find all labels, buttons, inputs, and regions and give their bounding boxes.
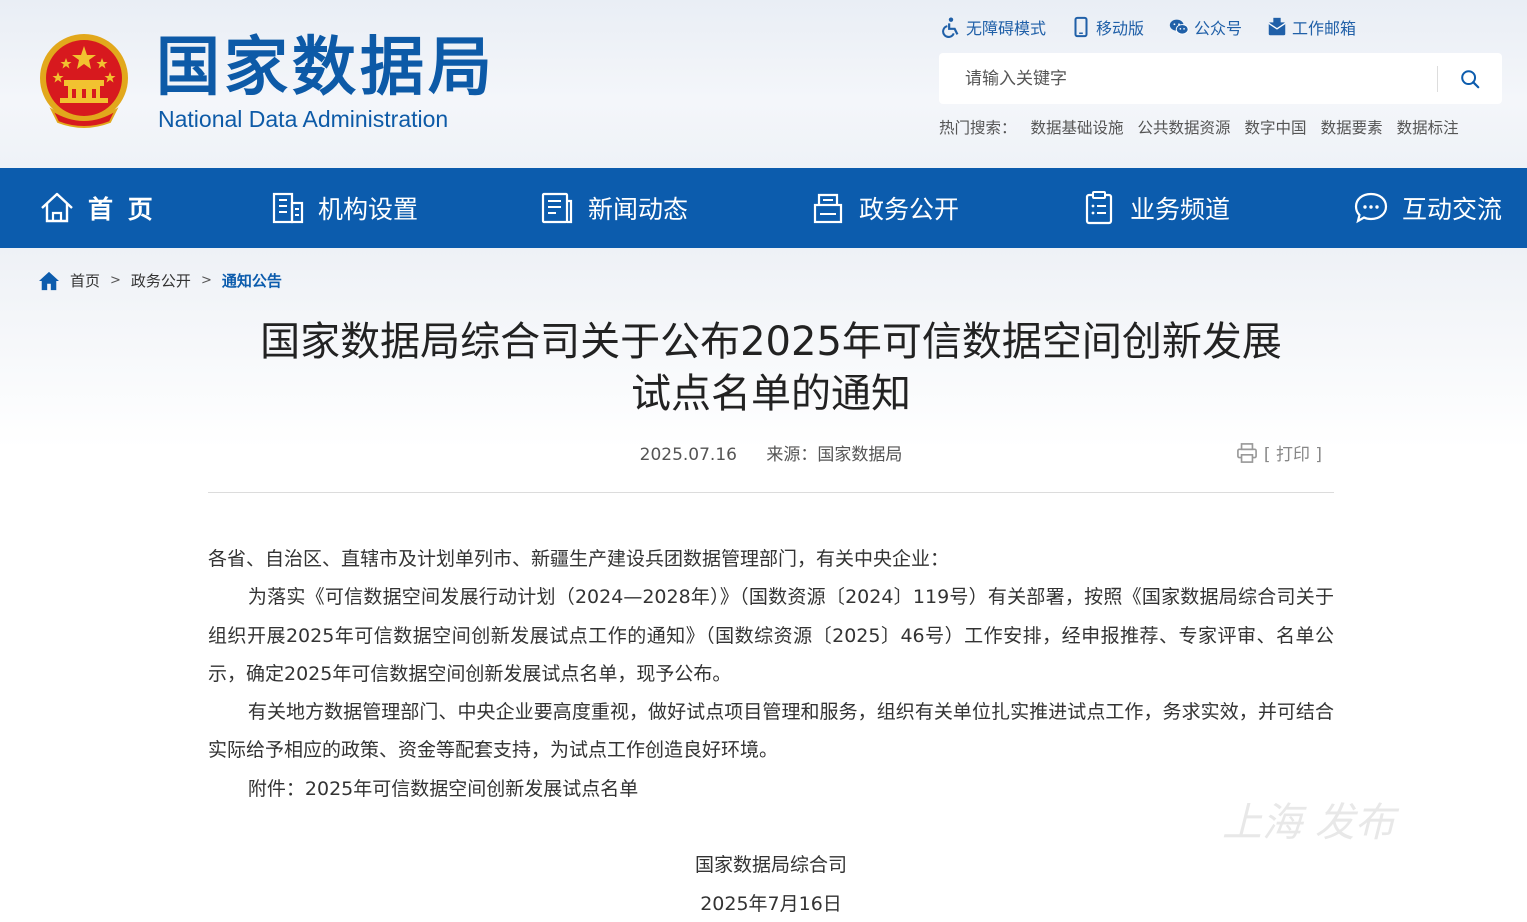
mobile-version-label: 移动版 bbox=[1096, 19, 1145, 38]
top-links: 无障碍模式 移动版 公众号 工作邮箱 bbox=[940, 12, 1356, 42]
title-divider bbox=[208, 492, 1334, 493]
hot-search-item[interactable]: 数据基础设施 bbox=[1031, 116, 1124, 138]
wechat-account-link[interactable]: 公众号 bbox=[1168, 12, 1242, 42]
site-header: 国家数据局 National Data Administration 无障碍模式… bbox=[0, 0, 1527, 168]
article-source: 来源：国家数据局 bbox=[766, 445, 903, 465]
article-title: 国家数据局综合司关于公布2025年可信数据空间创新发展 试点名单的通知 bbox=[208, 316, 1334, 420]
print-label: [ 打印 ] bbox=[1263, 445, 1322, 465]
signature: 国家数据局综合司 bbox=[694, 854, 847, 876]
home-icon[interactable] bbox=[38, 271, 60, 291]
breadcrumb-government-affairs[interactable]: 政务公开 bbox=[131, 270, 191, 291]
hot-search-item[interactable]: 数据标注 bbox=[1397, 116, 1459, 138]
hot-search-label: 热门搜索： bbox=[939, 119, 1017, 137]
breadcrumb: 首页 > 政务公开 > 通知公告 bbox=[38, 270, 282, 291]
publish-date: 2025.07.16 bbox=[639, 445, 737, 465]
nav-item-news[interactable]: 新闻动态 bbox=[538, 168, 688, 248]
home-icon bbox=[41, 192, 73, 223]
body-paragraph: 为落实《可信数据空间发展行动计划（2024—2028年）》（国数资源〔2024〕… bbox=[208, 586, 1334, 685]
search-input[interactable] bbox=[939, 53, 1437, 104]
government-icon bbox=[813, 193, 843, 224]
hot-search-item[interactable]: 公共数据资源 bbox=[1138, 116, 1231, 138]
accessibility-link[interactable]: 无障碍模式 bbox=[940, 12, 1046, 42]
article-title-line1: 国家数据局综合司关于公布2025年可信数据空间创新发展 bbox=[260, 319, 1282, 365]
search-box bbox=[939, 53, 1502, 104]
breadcrumb-home[interactable]: 首页 bbox=[70, 270, 100, 291]
site-title-english[interactable]: National Data Administration bbox=[158, 104, 448, 134]
nav-item-interaction[interactable]: 互动交流 bbox=[1352, 168, 1502, 248]
nav-label: 业务频道 bbox=[1130, 195, 1231, 224]
svg-text:上海 发布: 上海 发布 bbox=[1222, 800, 1400, 846]
site-title[interactable]: 国家数据局 bbox=[156, 30, 496, 106]
breadcrumb-current[interactable]: 通知公告 bbox=[222, 270, 282, 291]
hot-searches: 热门搜索： 数据基础设施 公共数据资源 数字中国 数据要素 数据标注 bbox=[939, 116, 1459, 138]
nav-item-business-channel[interactable]: 业务频道 bbox=[1080, 168, 1230, 248]
nav-label: 互动交流 bbox=[1402, 195, 1503, 224]
hot-search-item[interactable]: 数字中国 bbox=[1245, 116, 1307, 138]
printer-icon bbox=[1237, 442, 1257, 463]
mailbox-icon bbox=[1268, 17, 1286, 36]
breadcrumb-separator: > bbox=[200, 273, 212, 288]
nav-label: 首 页 bbox=[88, 195, 156, 224]
accessibility-label: 无障碍模式 bbox=[966, 19, 1047, 38]
breadcrumb-separator: > bbox=[110, 273, 121, 288]
chat-icon bbox=[1354, 192, 1388, 224]
article-meta: 2025.07.16 来源：国家数据局 [ 打印 ] bbox=[208, 440, 1334, 466]
wechat-account-label: 公众号 bbox=[1194, 19, 1243, 38]
accessibility-icon bbox=[942, 17, 959, 38]
search-icon bbox=[1461, 69, 1480, 88]
clipboard-icon bbox=[1085, 191, 1113, 225]
building-icon bbox=[272, 192, 304, 224]
search-button[interactable] bbox=[1438, 53, 1502, 104]
mobile-icon bbox=[1074, 16, 1088, 38]
mobile-version-link[interactable]: 移动版 bbox=[1070, 12, 1144, 42]
body-paragraph: 有关地方数据管理部门、中央企业要高度重视，做好试点项目管理和服务，组织有关单位扎… bbox=[208, 701, 1334, 762]
nav-label: 政务公开 bbox=[859, 195, 960, 224]
main-nav: 首 页 机构设置 新闻动态 政务公开 业务频道 互动交流 bbox=[0, 168, 1527, 248]
signature-date: 2025年7月16日 bbox=[700, 893, 842, 915]
shanghai-release-watermark: 上海 发布 bbox=[1222, 800, 1400, 846]
news-icon bbox=[541, 192, 573, 224]
nav-item-government-affairs[interactable]: 政务公开 bbox=[809, 168, 959, 248]
article-body: 各省、自治区、直辖市及计划单列市、新疆生产建设兵团数据管理部门，有关中央企业： … bbox=[208, 540, 1334, 808]
wechat-icon bbox=[1169, 19, 1189, 35]
nav-item-home[interactable]: 首 页 bbox=[38, 168, 156, 248]
print-button[interactable]: [ 打印 ] bbox=[1236, 440, 1322, 465]
work-mail-label: 工作邮箱 bbox=[1292, 19, 1357, 38]
salutation: 各省、自治区、直辖市及计划单列市、新疆生产建设兵团数据管理部门，有关中央企业： bbox=[208, 548, 950, 570]
nav-item-organization[interactable]: 机构设置 bbox=[268, 168, 418, 248]
article-title-line2: 试点名单的通知 bbox=[631, 371, 911, 417]
meta-info: 2025.07.16 来源：国家数据局 bbox=[208, 440, 1334, 465]
nav-label: 新闻动态 bbox=[588, 195, 689, 224]
attachment-line: 附件：2025年可信数据空间创新发展试点名单 bbox=[247, 777, 639, 800]
national-emblem-icon[interactable] bbox=[38, 32, 130, 130]
hot-search-item[interactable]: 数据要素 bbox=[1321, 116, 1383, 138]
work-mail-link[interactable]: 工作邮箱 bbox=[1266, 12, 1356, 42]
nav-label: 机构设置 bbox=[318, 195, 419, 224]
